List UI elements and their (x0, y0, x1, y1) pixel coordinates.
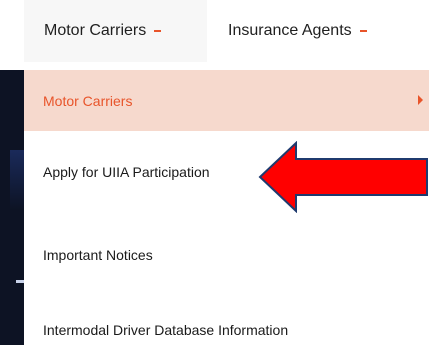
background-hero-strip (0, 70, 24, 345)
nav-motor-carriers-label: Motor Carriers (44, 22, 147, 39)
top-navigation: Motor Carriers Insurance Agents (0, 0, 429, 62)
caret-down-icon (154, 30, 162, 32)
red-arrow-annotation (258, 141, 428, 213)
menu-item-important-notices[interactable]: Important Notices (24, 224, 429, 285)
menu-item-label: Motor Carriers (43, 92, 133, 109)
menu-item-driver-database[interactable]: Intermodal Driver Database Information (24, 299, 429, 360)
nav-motor-carriers[interactable]: Motor Carriers (24, 0, 207, 62)
chevron-right-icon (418, 95, 423, 105)
arrow-shape (258, 141, 428, 213)
menu-item-motor-carriers[interactable]: Motor Carriers (24, 70, 429, 131)
caret-down-icon (359, 30, 367, 32)
menu-item-label: Important Notices (43, 246, 153, 263)
menu-item-label: Apply for UIIA Participation (43, 163, 210, 180)
nav-insurance-agents-label: Insurance Agents (228, 22, 352, 39)
nav-insurance-agents[interactable]: Insurance Agents (228, 0, 429, 62)
menu-item-label: Intermodal Driver Database Information (43, 321, 289, 338)
